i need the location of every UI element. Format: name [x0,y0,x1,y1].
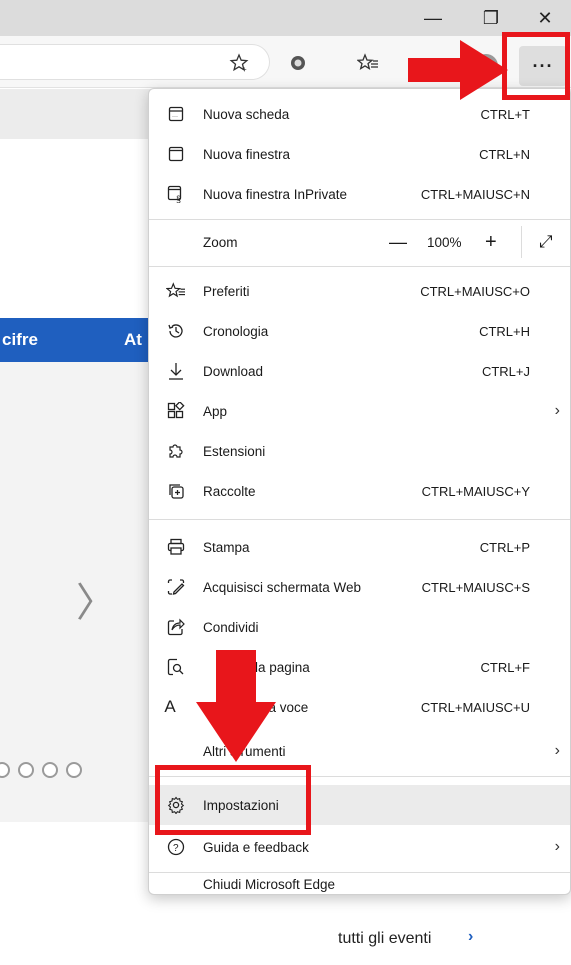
menu-item-label: Chiudi Microsoft Edge [203,877,336,892]
all-events-link[interactable]: tutti gli eventi [338,930,431,948]
inprivate-icon: § [165,183,187,205]
menu-item-download[interactable]: Download CTRL+J [149,351,570,391]
menu-separator [149,266,570,267]
zoom-level: 100% [427,234,462,250]
history-icon [165,320,187,342]
zoom-out-button[interactable]: — [389,232,407,253]
menu-item-label: Cronologia [203,323,269,339]
collections-icon [165,480,187,502]
highlight-box-settings [155,765,311,835]
carousel-next-icon[interactable]: 〉 [76,570,116,628]
menu-item-shortcut: CTRL+F [480,659,530,675]
menu-item-shortcut: CTRL+MAIUSC+N [420,186,530,202]
zoom-divider [521,226,522,258]
restore-icon[interactable]: ❐ [465,0,517,36]
menu-item-shortcut: CTRL+P [479,539,530,555]
menu-item-label: Condividi [203,619,259,635]
new-tab-icon: ··· [165,103,187,125]
carousel-dot[interactable] [18,762,34,778]
menu-item-shortcut: CTRL+T [480,106,530,122]
menu-item-collections[interactable]: Raccolte CTRL+MAIUSC+Y [149,471,570,511]
red-arrow-right-icon [408,40,508,100]
restore-glyph: ❐ [482,7,500,28]
apps-icon [165,400,187,422]
svg-text:?: ? [173,843,179,854]
new-window-icon [165,143,187,165]
site-nav-band: cifre At [0,318,150,362]
menu-item-apps[interactable]: App › [149,391,570,431]
menu-item-share[interactable]: Condividi [149,607,570,647]
share-icon [165,616,187,638]
svg-text:···: ··· [172,114,178,120]
title-bar: — ❐ ✕ [0,0,571,36]
download-icon [165,360,187,382]
menu-item-shortcut: CTRL+H [479,323,530,339]
menu-item-new-inprivate[interactable]: § Nuova finestra InPrivate CTRL+MAIUSC+N [149,174,570,214]
zoom-label: Zoom [203,234,238,250]
svg-text:§: § [176,194,181,203]
chevron-right-icon: › [554,742,560,759]
carousel-dots [0,762,82,778]
favorites-icon [165,280,187,302]
menu-item-shortcut: CTRL+MAIUSC+Y [421,483,530,499]
menu-item-shortcut: CTRL+MAIUSC+S [421,579,530,595]
menu-item-label: Nuova finestra InPrivate [203,186,348,202]
menu-item-zoom: Zoom — 100% + ⤢ [149,222,570,262]
menu-item-web-capture[interactable]: Acquisisci schermata Web CTRL+MAIUSC+S [149,567,570,607]
read-aloud-icon: A [164,697,176,716]
menu-item-shortcut: CTRL+J [481,363,530,379]
menu-item-history[interactable]: Cronologia CTRL+H [149,311,570,351]
tracking-icon[interactable] [285,50,311,76]
fullscreen-icon[interactable]: ⤢ [539,232,553,252]
carousel-dot[interactable] [42,762,58,778]
carousel-dot[interactable] [66,762,82,778]
menu-item-shortcut: CTRL+N [479,146,530,162]
menu-item-label: App [203,403,228,419]
menu-item-label: Estensioni [203,443,266,459]
menu-item-label: Stampa [203,539,250,555]
minimize-icon[interactable]: — [407,0,459,36]
menu-item-label: Acquisisci schermata Web [203,579,362,595]
minimize-glyph: — [424,7,442,28]
menu-item-favorites[interactable]: Preferiti CTRL+MAIUSC+O [149,271,570,311]
add-favorite-icon[interactable]: + [226,50,252,76]
carousel-dot[interactable] [0,762,10,778]
menu-item-label: Guida e feedback [203,839,309,855]
find-icon [165,656,187,678]
menu-item-new-tab[interactable]: ··· Nuova scheda CTRL+T [149,94,570,134]
menu-item-close-edge[interactable]: Chiudi Microsoft Edge [149,877,570,894]
close-glyph: ✕ [537,7,553,28]
svg-text:+: + [242,65,247,73]
menu-item-shortcut: CTRL+MAIUSC+O [420,283,530,299]
menu-item-print[interactable]: Stampa CTRL+P [149,527,570,567]
menu-separator [149,872,570,873]
nav-item-cifre[interactable]: cifre [2,330,38,350]
help-icon: ? [165,836,187,858]
favorites-icon[interactable] [355,50,381,76]
web-capture-icon [165,576,187,598]
carousel [0,362,150,822]
menu-item-label: Download [203,363,264,379]
menu-separator [149,219,570,220]
zoom-in-button[interactable]: + [485,231,497,254]
menu-separator [149,519,570,520]
print-icon [165,536,187,558]
nav-item-at[interactable]: At [124,330,142,350]
menu-item-label: Raccolte [203,483,256,499]
extensions-icon [165,440,187,462]
menu-item-label: Preferiti [203,283,250,299]
menu-item-label: Nuova finestra [203,146,291,162]
menu-item-new-window[interactable]: Nuova finestra CTRL+N [149,134,570,174]
red-arrow-down-icon [196,650,276,762]
chevron-right-icon: › [554,402,560,419]
close-icon[interactable]: ✕ [519,0,571,36]
chevron-right-icon: › [554,838,560,855]
chevron-right-icon[interactable]: › [468,928,473,946]
menu-item-extensions[interactable]: Estensioni [149,431,570,471]
menu-item-label: Nuova scheda [203,106,290,122]
menu-item-shortcut: CTRL+MAIUSC+U [420,699,530,715]
